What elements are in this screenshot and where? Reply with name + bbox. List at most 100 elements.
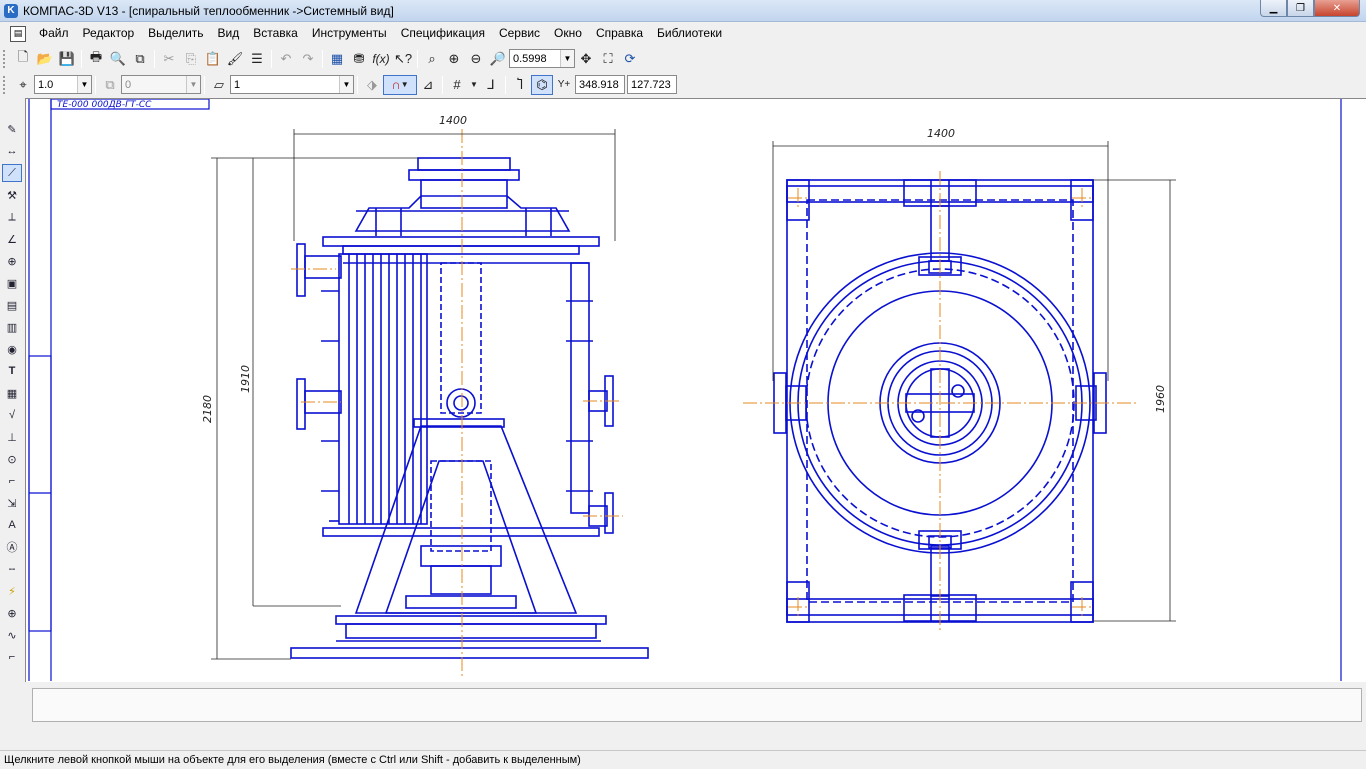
- wave-line-icon[interactable]: ⌐: [2, 648, 22, 666]
- center-mark-icon[interactable]: ∿: [2, 626, 22, 644]
- style-value: 1: [234, 78, 241, 91]
- menu-insert[interactable]: Вставка: [246, 22, 305, 45]
- leader-icon[interactable]: ⊙: [2, 450, 22, 468]
- xy-coords-icon[interactable]: Y+: [553, 75, 575, 95]
- show-all-icon[interactable]: ⛶: [597, 49, 619, 69]
- chevron-down-icon[interactable]: ▼: [339, 76, 353, 93]
- layer-combo[interactable]: 0 ▼: [121, 75, 201, 94]
- break-icon[interactable]: ⊕: [2, 604, 22, 622]
- menu-libraries[interactable]: Библиотеки: [650, 22, 729, 45]
- step-combo[interactable]: 1.0 ▼: [34, 75, 92, 94]
- hatch-icon[interactable]: ╌: [2, 560, 22, 578]
- dimensions-icon[interactable]: ↔: [2, 142, 22, 160]
- maximize-button[interactable]: ❐: [1287, 0, 1314, 17]
- axis-icon[interactable]: ⚡: [2, 582, 22, 600]
- spec-icon[interactable]: ▤: [2, 296, 22, 314]
- menu-editor[interactable]: Редактор: [76, 22, 142, 45]
- fx-icon[interactable]: f(x): [370, 49, 392, 69]
- toolbar-grip[interactable]: [3, 49, 9, 68]
- table-icon[interactable]: ▦: [2, 384, 22, 402]
- step-cursor-icon[interactable]: ⌬: [531, 74, 553, 95]
- minimize-button[interactable]: ▁: [1260, 0, 1287, 17]
- format-brush-icon[interactable]: 🖌: [224, 49, 246, 69]
- cut-icon[interactable]: ✂: [158, 49, 180, 69]
- title-bar: K КОМПАС-3D V13 - [спиральный теплообмен…: [0, 0, 1366, 22]
- datum-icon[interactable]: ⊥: [2, 428, 22, 446]
- manager-icon[interactable]: ⧉: [129, 49, 151, 69]
- menu-specification[interactable]: Спецификация: [394, 22, 492, 45]
- open-icon[interactable]: 📂: [34, 49, 56, 69]
- menu-tools[interactable]: Инструменты: [305, 22, 394, 45]
- designations-icon[interactable]: ⟋: [2, 164, 22, 182]
- reports-icon[interactable]: ▥: [2, 318, 22, 336]
- zoom-combo[interactable]: 0.5998 ▼: [509, 49, 575, 68]
- coord-y-field[interactable]: 127.723: [627, 75, 677, 94]
- print-icon[interactable]: 🖶: [85, 49, 107, 69]
- editing-icon[interactable]: ⚒: [2, 186, 22, 204]
- insert-icon[interactable]: ◉: [2, 340, 22, 358]
- zoom-value: 0.5998: [513, 52, 547, 65]
- position-icon[interactable]: ⌐: [2, 472, 22, 490]
- properties-icon[interactable]: ☰: [246, 49, 268, 69]
- zoom-scale-icon[interactable]: 🔎: [487, 49, 509, 69]
- layer-icon[interactable]: ⧉: [99, 75, 121, 95]
- new-document-icon[interactable]: 🗋: [12, 49, 34, 69]
- geometry-icon[interactable]: ✎: [2, 120, 22, 138]
- menu-file[interactable]: Файл: [32, 22, 76, 45]
- chevron-down-icon[interactable]: ▼: [468, 75, 480, 95]
- undo-icon[interactable]: ↶: [275, 49, 297, 69]
- chevron-down-icon[interactable]: ▼: [560, 50, 574, 67]
- separator: [204, 75, 205, 94]
- drawing-svg: ТЕ-000 000ДВ-ГТ-СС 1400 2180 1910 1400 1…: [28, 99, 1342, 681]
- round-icon[interactable]: Ⴈ: [509, 75, 531, 95]
- menu-bar: ▤ Файл Редактор Выделить Вид Вставка Инс…: [0, 22, 1366, 59]
- local-cs-icon[interactable]: ⅃: [480, 75, 502, 95]
- zoom-out-icon[interactable]: ⊖: [465, 49, 487, 69]
- document-icon[interactable]: ▤: [10, 25, 26, 42]
- menu-service[interactable]: Сервис: [492, 22, 547, 45]
- line-style-icon[interactable]: ▱: [208, 75, 230, 95]
- tree-icon[interactable]: ▦: [326, 49, 348, 69]
- selection-icon[interactable]: ⊕: [2, 252, 22, 270]
- help-pointer-icon[interactable]: ↖?: [392, 49, 414, 69]
- separator: [322, 49, 323, 68]
- dim-top-height: 1960: [1154, 385, 1167, 413]
- drawing-canvas[interactable]: ТЕ-000 000ДВ-ГТ-СС 1400 2180 1910 1400 1…: [25, 98, 1366, 682]
- copy-icon[interactable]: ⎘: [180, 49, 202, 69]
- menu-window[interactable]: Окно: [547, 22, 589, 45]
- style-combo[interactable]: 1 ▼: [230, 75, 354, 94]
- text-style-icon[interactable]: Ⓐ: [2, 538, 22, 556]
- chevron-down-icon[interactable]: ▼: [77, 76, 91, 93]
- section-icon[interactable]: A: [2, 516, 22, 534]
- text-icon[interactable]: T: [2, 362, 22, 380]
- variables-icon[interactable]: ⛃: [348, 49, 370, 69]
- close-button[interactable]: ✕: [1314, 0, 1360, 17]
- zoom-in-icon[interactable]: ⊕: [443, 49, 465, 69]
- parametrization-icon[interactable]: ⟂: [2, 208, 22, 226]
- zoom-frame-icon[interactable]: ⌕: [421, 49, 443, 69]
- coord-x-field[interactable]: 348.918: [575, 75, 625, 94]
- menu-help[interactable]: Справка: [589, 22, 650, 45]
- ortho-icon[interactable]: ⊿: [417, 75, 439, 95]
- property-panel-area[interactable]: [32, 688, 1362, 722]
- toolbar-grip[interactable]: [3, 75, 9, 94]
- pan-icon[interactable]: ✥: [575, 49, 597, 69]
- orient-icon[interactable]: ⬗: [361, 75, 383, 95]
- preview-icon[interactable]: 🔍: [107, 49, 129, 69]
- dim-front-height-inner: 1910: [239, 365, 252, 393]
- chevron-down-icon[interactable]: ▼: [186, 76, 200, 93]
- paste-icon[interactable]: 📋: [202, 49, 224, 69]
- grid-icon[interactable]: #: [446, 75, 468, 95]
- roughness-icon[interactable]: √: [2, 406, 22, 424]
- save-icon[interactable]: 💾: [56, 49, 78, 69]
- separator: [154, 49, 155, 68]
- menu-select[interactable]: Выделить: [141, 22, 210, 45]
- redo-icon[interactable]: ↷: [297, 49, 319, 69]
- snap-magnet-icon[interactable]: ∩ ▼: [383, 74, 417, 95]
- cursor-step-icon[interactable]: ⌖: [12, 75, 34, 95]
- refresh-icon[interactable]: ⟳: [619, 49, 641, 69]
- arrow-view-icon[interactable]: ⇲: [2, 494, 22, 512]
- measure-icon[interactable]: ∠: [2, 230, 22, 248]
- associative-views-icon[interactable]: ▣: [2, 274, 22, 292]
- menu-view[interactable]: Вид: [211, 22, 247, 45]
